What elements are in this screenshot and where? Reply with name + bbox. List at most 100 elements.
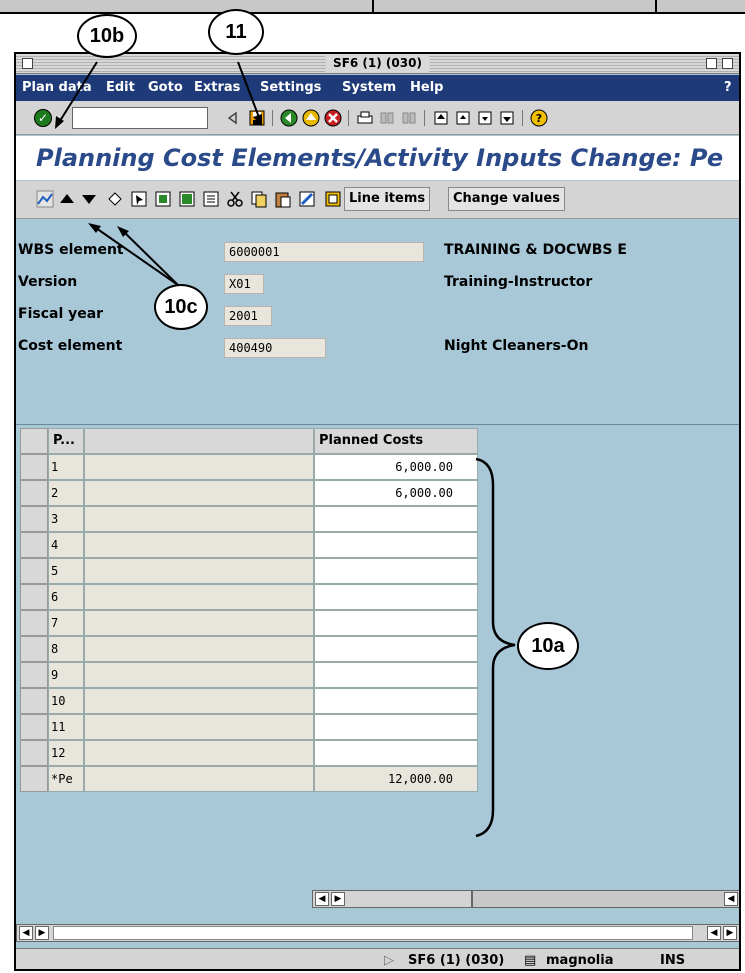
scroll-left-arrow-icon[interactable]: ◀ bbox=[724, 892, 738, 906]
planned-costs-cell[interactable] bbox=[314, 740, 478, 766]
edit-pencil-icon[interactable] bbox=[298, 190, 316, 208]
row-selector[interactable] bbox=[20, 636, 48, 662]
command-field[interactable] bbox=[72, 107, 208, 129]
status-list-icon[interactable]: ▤ bbox=[524, 949, 536, 969]
description-cell bbox=[84, 740, 314, 766]
menu-system[interactable]: System bbox=[342, 75, 396, 101]
cut-icon[interactable] bbox=[226, 190, 244, 208]
change-values-button[interactable]: Change values bbox=[448, 187, 565, 211]
column-header-description[interactable] bbox=[84, 428, 314, 454]
version-field[interactable]: X01 bbox=[224, 274, 264, 294]
description-cell bbox=[84, 662, 314, 688]
wbs-element-field[interactable]: 6000001 bbox=[224, 242, 424, 262]
menu-help-question[interactable]: ? bbox=[724, 75, 732, 101]
overview-icon[interactable] bbox=[324, 190, 342, 208]
planned-costs-cell[interactable]: 6,000.00 bbox=[314, 480, 478, 506]
menu-settings[interactable]: Settings bbox=[260, 75, 321, 101]
table-horizontal-scrollbar[interactable]: ◀ ▶ bbox=[312, 890, 472, 908]
next-page-icon[interactable] bbox=[476, 109, 494, 127]
menu-plan-data[interactable]: Plan data bbox=[22, 75, 92, 101]
cost-element-field[interactable]: 400490 bbox=[224, 338, 326, 358]
previous-page-icon[interactable] bbox=[454, 109, 472, 127]
scroll-right-arrow-icon[interactable]: ▶ bbox=[723, 926, 737, 940]
period-cell: 6 bbox=[48, 584, 84, 610]
planned-costs-cell[interactable] bbox=[314, 584, 478, 610]
scroll-thumb[interactable] bbox=[53, 926, 693, 940]
status-session: SF6 (1) (030) bbox=[408, 953, 505, 968]
menu-goto[interactable]: Goto bbox=[148, 75, 183, 101]
row-selector[interactable] bbox=[20, 766, 48, 792]
deselect-all-icon[interactable] bbox=[202, 190, 220, 208]
scroll-left-arrow-icon[interactable]: ◀ bbox=[707, 926, 721, 940]
status-server: magnolia bbox=[546, 953, 614, 968]
select-all-icon[interactable] bbox=[178, 190, 196, 208]
row-selector[interactable] bbox=[20, 688, 48, 714]
status-expand-icon[interactable]: ▷ bbox=[384, 949, 394, 969]
row-selector[interactable] bbox=[20, 454, 48, 480]
line-items-button[interactable]: Line items bbox=[344, 187, 431, 211]
row-selector[interactable] bbox=[20, 532, 48, 558]
planned-costs-cell[interactable]: 6,000.00 bbox=[314, 454, 478, 480]
print-icon[interactable] bbox=[356, 109, 374, 127]
planned-costs-cell[interactable] bbox=[314, 636, 478, 662]
back-green-icon[interactable] bbox=[280, 109, 298, 127]
row-selector[interactable] bbox=[20, 714, 48, 740]
planned-costs-cell[interactable] bbox=[314, 662, 478, 688]
period-cell: 2 bbox=[48, 480, 84, 506]
row-selector[interactable] bbox=[20, 584, 48, 610]
planned-costs-cell[interactable] bbox=[314, 688, 478, 714]
scroll-right-arrow-icon[interactable]: ▶ bbox=[35, 926, 49, 940]
description-cell bbox=[84, 688, 314, 714]
status-bar: ▷ SF6 (1) (030) ▤ magnolia INS bbox=[16, 948, 739, 969]
zoom-icon[interactable] bbox=[722, 58, 733, 69]
row-selector[interactable] bbox=[20, 558, 48, 584]
exit-yellow-icon[interactable] bbox=[302, 109, 320, 127]
move-up-triangle-icon[interactable] bbox=[58, 190, 76, 208]
row-selector[interactable] bbox=[20, 662, 48, 688]
menu-edit[interactable]: Edit bbox=[106, 75, 135, 101]
scroll-left-arrow-icon[interactable]: ◀ bbox=[19, 926, 33, 940]
collapse-icon[interactable] bbox=[706, 58, 717, 69]
find-next-icon[interactable] bbox=[400, 109, 418, 127]
row-selector[interactable] bbox=[20, 480, 48, 506]
help-icon[interactable]: ? bbox=[530, 109, 548, 127]
planned-costs-cell[interactable] bbox=[314, 610, 478, 636]
callout-11: 11 bbox=[208, 9, 264, 55]
select-icon[interactable] bbox=[130, 190, 148, 208]
column-header-period[interactable]: P... bbox=[48, 428, 84, 454]
select-all-rows-corner[interactable] bbox=[20, 428, 48, 454]
column-header-planned-costs[interactable]: Planned Costs bbox=[314, 428, 478, 454]
copy-icon[interactable] bbox=[250, 190, 268, 208]
menu-help[interactable]: Help bbox=[410, 75, 443, 101]
mountain-chart-icon[interactable] bbox=[36, 190, 54, 208]
scroll-right-arrow-icon[interactable]: ▶ bbox=[331, 892, 345, 906]
row-selector[interactable] bbox=[20, 740, 48, 766]
callout-10b: 10b bbox=[77, 14, 137, 58]
menu-extras[interactable]: Extras bbox=[194, 75, 240, 101]
paste-icon[interactable] bbox=[274, 190, 292, 208]
planned-costs-cell[interactable] bbox=[314, 558, 478, 584]
select-block-icon[interactable] bbox=[154, 190, 172, 208]
fiscal-year-field[interactable]: 2001 bbox=[224, 306, 272, 326]
cancel-red-icon[interactable] bbox=[324, 109, 342, 127]
close-box-icon[interactable] bbox=[22, 58, 33, 69]
table-scroll-track[interactable]: ◀ bbox=[472, 890, 739, 908]
back-triangle-icon[interactable] bbox=[224, 109, 242, 127]
last-page-icon[interactable] bbox=[498, 109, 516, 127]
period-cell: 11 bbox=[48, 714, 84, 740]
first-page-icon[interactable] bbox=[432, 109, 450, 127]
find-icon[interactable] bbox=[378, 109, 396, 127]
planned-costs-cell[interactable] bbox=[314, 506, 478, 532]
planned-costs-cell[interactable] bbox=[314, 714, 478, 740]
description-cell bbox=[84, 636, 314, 662]
enter-check-icon[interactable]: ✓ bbox=[34, 109, 52, 127]
save-icon[interactable] bbox=[248, 109, 266, 127]
row-selector[interactable] bbox=[20, 506, 48, 532]
planned-costs-cell[interactable] bbox=[314, 532, 478, 558]
reverse-icon[interactable] bbox=[106, 190, 124, 208]
window-horizontal-scrollbar[interactable]: ◀ ▶ ◀ ▶ bbox=[16, 924, 739, 942]
period-cell: 1 bbox=[48, 454, 84, 480]
scroll-left-arrow-icon[interactable]: ◀ bbox=[315, 892, 329, 906]
move-down-triangle-icon[interactable] bbox=[80, 190, 98, 208]
row-selector[interactable] bbox=[20, 610, 48, 636]
